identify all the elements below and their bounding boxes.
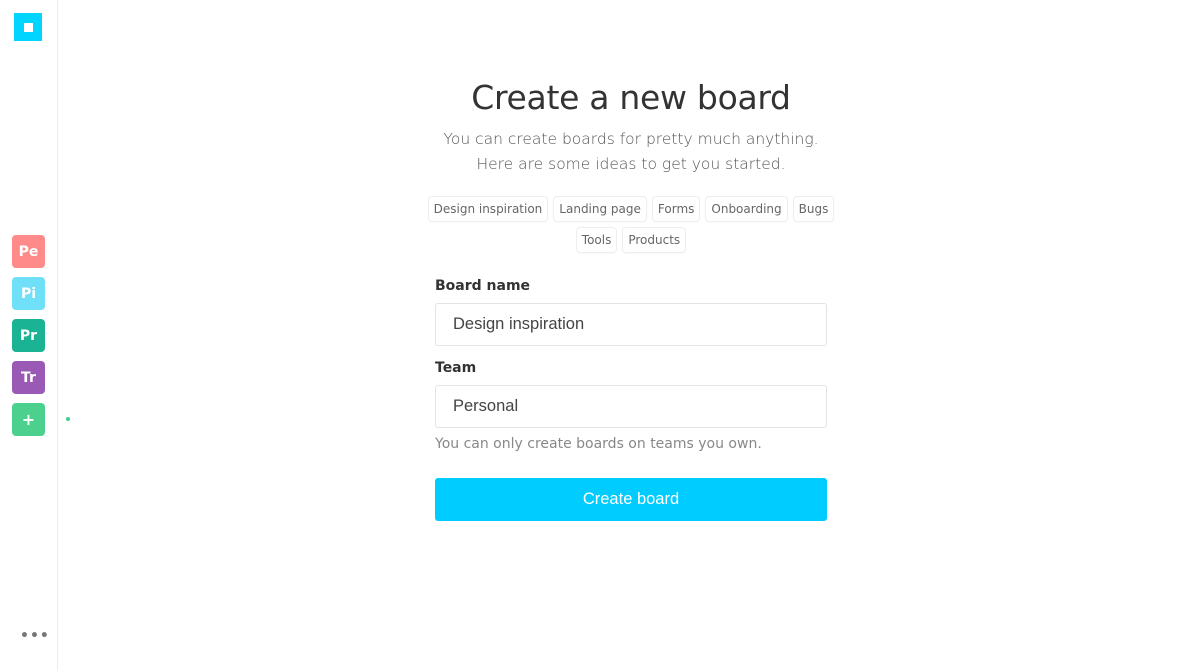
app-logo-icon[interactable]: [14, 13, 42, 41]
team-helper-text: You can only create boards on teams you …: [435, 436, 762, 452]
tag-design-inspiration[interactable]: Design inspiration: [428, 197, 548, 221]
tag-row-2: Tools Products: [381, 228, 881, 252]
tag-products[interactable]: Products: [623, 228, 686, 252]
page-subtitle: You can create boards for pretty much an…: [381, 127, 881, 177]
tag-row-1: Design inspiration Landing page Forms On…: [381, 197, 881, 221]
add-team-button[interactable]: +: [12, 403, 45, 436]
page-title: Create a new board: [471, 78, 791, 117]
team-item-pe[interactable]: Pe: [12, 235, 45, 268]
tag-onboarding[interactable]: Onboarding: [706, 197, 787, 221]
tag-bugs[interactable]: Bugs: [793, 197, 834, 221]
create-board-panel: Create a new board You can create boards…: [428, 78, 834, 521]
team-list: Pe Pi Pr Tr +: [12, 235, 45, 445]
board-name-input[interactable]: Design inspiration: [435, 303, 827, 346]
team-item-tr[interactable]: Tr: [12, 361, 45, 394]
create-board-button[interactable]: Create board: [435, 478, 827, 521]
main-content: Create a new board You can create boards…: [58, 0, 1200, 671]
board-name-label: Board name: [435, 278, 531, 294]
sidebar: Pe Pi Pr Tr + •••: [0, 0, 58, 671]
tag-tools[interactable]: Tools: [576, 228, 617, 252]
more-options-icon[interactable]: •••: [20, 629, 50, 643]
team-item-pi[interactable]: Pi: [12, 277, 45, 310]
logo-inner-square: [23, 22, 33, 32]
tag-landing-page[interactable]: Landing page: [554, 197, 646, 221]
subtitle-line-2: Here are some ideas to get you started.: [476, 155, 786, 173]
team-label: Team: [435, 360, 477, 376]
idea-tags: Design inspiration Landing page Forms On…: [381, 197, 881, 252]
team-input[interactable]: Personal: [435, 385, 827, 428]
tag-forms[interactable]: Forms: [652, 197, 700, 221]
subtitle-line-1: You can create boards for pretty much an…: [443, 130, 819, 148]
team-item-pr[interactable]: Pr: [12, 319, 45, 352]
